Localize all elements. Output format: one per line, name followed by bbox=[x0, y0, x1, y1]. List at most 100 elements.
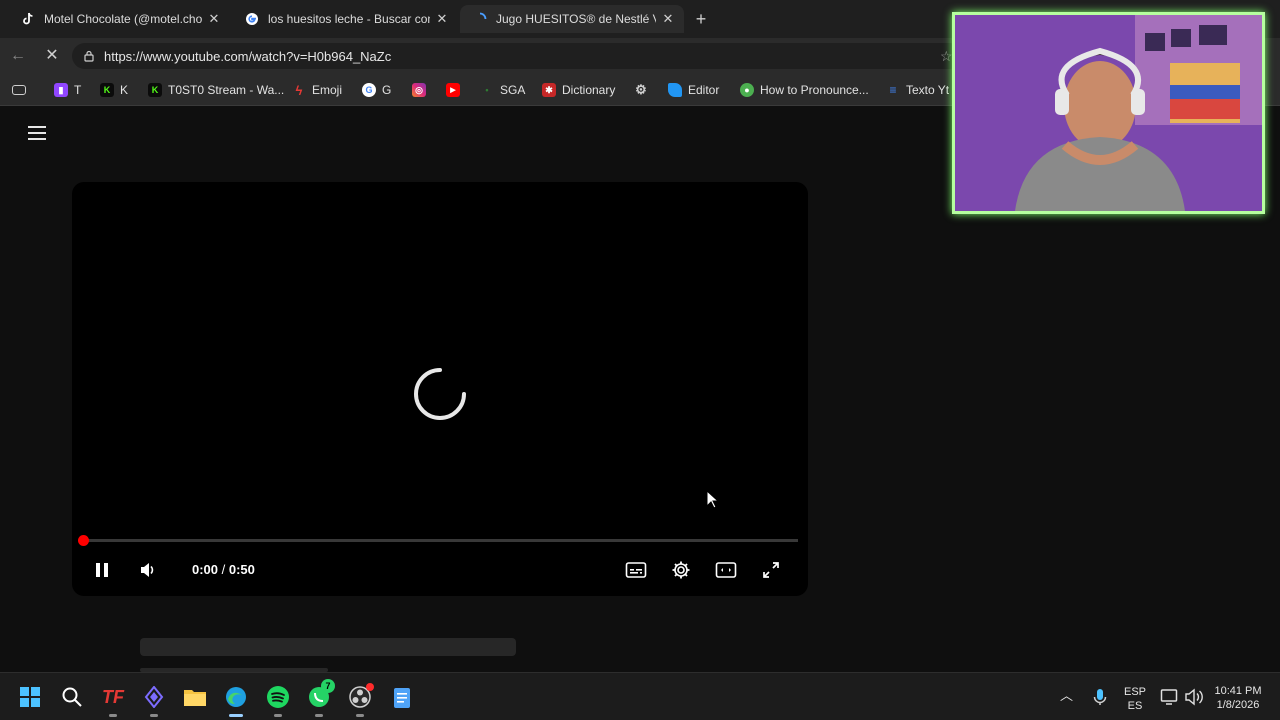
webcam-overlay bbox=[952, 12, 1265, 214]
back-arrow-icon[interactable]: ← bbox=[8, 46, 28, 66]
bookmark-twitch[interactable]: ▮ T bbox=[54, 81, 81, 99]
kick-icon: K bbox=[148, 83, 162, 97]
tab-youtube-video[interactable]: Jugo HUESITOS® de Nestlé Video ✕ bbox=[460, 5, 684, 33]
subtitles-button[interactable] bbox=[622, 558, 650, 582]
bookmark-tosto-stream[interactable]: K T0ST0 Stream - Wa... bbox=[148, 81, 284, 99]
favorite-star-icon[interactable]: ☆ bbox=[940, 48, 953, 65]
tab-motel-chocolate[interactable]: Motel Chocolate (@motel.chocolate ✕ bbox=[8, 5, 230, 33]
running-indicator bbox=[150, 714, 158, 717]
stop-loading-icon[interactable]: ✕ bbox=[42, 46, 62, 66]
google-icon: G bbox=[362, 83, 376, 97]
running-indicator bbox=[109, 714, 117, 717]
duration: 0:50 bbox=[228, 562, 255, 577]
volume-icon bbox=[141, 563, 154, 577]
menu-icon[interactable] bbox=[28, 126, 46, 140]
sga-icon: • bbox=[485, 85, 489, 95]
bookmark-dictionary[interactable]: ✱ Dictionary bbox=[542, 81, 615, 99]
clock[interactable]: 10:41 PM 1/8/2026 bbox=[1206, 684, 1270, 712]
running-indicator bbox=[315, 714, 323, 717]
close-icon[interactable]: ✕ bbox=[206, 11, 222, 27]
search-icon[interactable] bbox=[60, 685, 84, 709]
site-info-icon[interactable] bbox=[82, 49, 96, 63]
google-icon bbox=[244, 11, 260, 27]
loading-icon bbox=[472, 11, 488, 27]
address-bar[interactable]: https://www.youtube.com/watch?v=H0b964_N… bbox=[72, 43, 962, 69]
obs-icon[interactable] bbox=[348, 683, 374, 709]
tab-title: Jugo HUESITOS® de Nestlé Video bbox=[496, 12, 656, 26]
bookmark-label: T0ST0 Stream - Wa... bbox=[168, 83, 285, 97]
bookmark-emoji[interactable]: ϟ Emoji bbox=[292, 81, 342, 99]
whatsapp-icon[interactable]: 7 bbox=[307, 679, 335, 709]
doc-icon: ≡ bbox=[889, 83, 897, 97]
streamer-webcam-image bbox=[955, 15, 1262, 211]
url-text: https://www.youtube.com/watch?v=H0b964_N… bbox=[104, 48, 392, 64]
bookmark-tabs[interactable] bbox=[12, 81, 32, 99]
speaker-icon[interactable] bbox=[1182, 685, 1206, 709]
title-placeholder bbox=[140, 638, 516, 656]
new-tab-button[interactable]: + bbox=[690, 9, 712, 29]
bookmark-label: G bbox=[382, 83, 392, 97]
tabs-icon bbox=[12, 85, 26, 95]
windows-start-icon[interactable] bbox=[18, 685, 42, 709]
editor-icon bbox=[668, 83, 682, 97]
network-icon[interactable] bbox=[1158, 685, 1182, 709]
time-separator: / bbox=[218, 562, 229, 577]
desktop-screen: Motel Chocolate (@motel.chocolate ✕ los … bbox=[0, 0, 1280, 720]
bookmark-instagram[interactable]: ◎ bbox=[412, 81, 432, 99]
instagram-icon: ◎ bbox=[412, 83, 426, 97]
edge-browser-icon[interactable] bbox=[224, 685, 248, 709]
microphone-icon[interactable] bbox=[1088, 685, 1112, 709]
tab-title: los huesitos leche - Buscar con Go bbox=[268, 12, 430, 26]
pause-button[interactable] bbox=[88, 558, 116, 582]
settings-button[interactable] bbox=[667, 558, 695, 582]
bookmark-label: Texto Yt bbox=[906, 83, 950, 97]
bookmark-label: How to Pronounce... bbox=[760, 83, 869, 97]
fullscreen-button[interactable] bbox=[757, 558, 785, 582]
bookmark-texto-yt[interactable]: ≡ Texto Yt bbox=[886, 81, 949, 99]
bookmark-youtube[interactable]: ▶ bbox=[446, 81, 466, 99]
tf-app-icon[interactable]: TF bbox=[101, 685, 125, 709]
dictionary-icon: ✱ bbox=[542, 83, 556, 97]
chevron-up-icon[interactable]: ︿ bbox=[1060, 689, 1073, 703]
notification-badge: 7 bbox=[321, 679, 335, 693]
settings-icon bbox=[672, 561, 690, 579]
bookmark-how-to-pronounce[interactable]: ● How to Pronounce... bbox=[740, 81, 869, 99]
close-icon[interactable]: ✕ bbox=[434, 11, 450, 27]
bookmark-sga[interactable]: • SGA bbox=[480, 81, 525, 99]
keyboard-layout: ES bbox=[1127, 700, 1143, 712]
running-indicator bbox=[274, 714, 282, 717]
bookmark-label: SGA bbox=[500, 83, 526, 97]
fullscreen-icon bbox=[763, 562, 779, 578]
tiktok-icon bbox=[20, 11, 36, 27]
bookmark-label: T bbox=[74, 83, 82, 97]
bookmark-kick[interactable]: K K bbox=[100, 81, 128, 99]
time-display: 0:00 / 0:50 bbox=[192, 562, 255, 577]
subtitles-icon bbox=[625, 562, 647, 578]
bolt-icon: ϟ bbox=[295, 82, 303, 98]
tab-google-search[interactable]: los huesitos leche - Buscar con Go ✕ bbox=[232, 5, 458, 33]
scrubber-handle[interactable] bbox=[78, 535, 89, 546]
bookmark-google[interactable]: G G bbox=[362, 81, 391, 99]
progress-bar[interactable] bbox=[82, 539, 798, 542]
kick-icon: K bbox=[100, 83, 114, 97]
video-player[interactable]: 0:00 / 0:50 bbox=[72, 182, 808, 596]
bookmark-label: Emoji bbox=[312, 83, 343, 97]
theater-mode-button[interactable] bbox=[712, 558, 740, 582]
language-indicator[interactable]: ESP ES bbox=[1118, 685, 1152, 713]
proton-icon[interactable] bbox=[142, 685, 166, 709]
file-explorer-icon[interactable] bbox=[183, 685, 207, 709]
bookmark-label: Dictionary bbox=[562, 83, 616, 97]
mouse-cursor-icon bbox=[706, 490, 720, 509]
close-icon[interactable]: ✕ bbox=[660, 11, 676, 27]
bookmark-editor[interactable]: Editor bbox=[668, 81, 719, 99]
language-code: ESP bbox=[1123, 686, 1146, 698]
theater-mode-icon bbox=[715, 562, 737, 578]
spotify-icon[interactable] bbox=[266, 685, 290, 709]
volume-button[interactable] bbox=[134, 558, 162, 582]
current-time: 0:00 bbox=[192, 562, 219, 577]
notepad-icon[interactable] bbox=[390, 685, 414, 709]
bookmark-chatgpt[interactable]: ⚙ bbox=[634, 81, 654, 99]
windows-taskbar: TF 7 ︿ ESP ES 10:41 PM 1/8/2026 bbox=[0, 672, 1280, 720]
pause-icon bbox=[96, 563, 108, 577]
active-indicator bbox=[229, 714, 243, 717]
